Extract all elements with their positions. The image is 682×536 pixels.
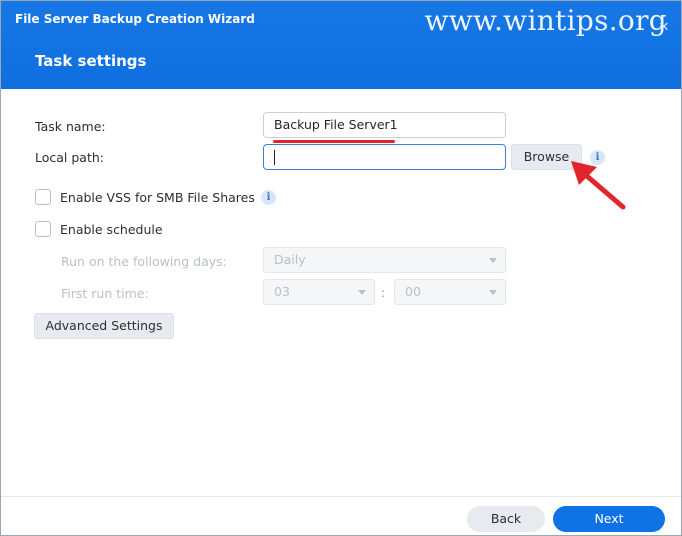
- task-name-label: Task name:: [35, 119, 106, 134]
- minute-value: 00: [405, 284, 421, 299]
- text-caret: [274, 150, 275, 165]
- chevron-down-icon: [489, 258, 497, 263]
- back-button[interactable]: Back: [467, 506, 545, 532]
- local-path-input[interactable]: [263, 144, 506, 170]
- run-days-select: Daily: [263, 247, 506, 273]
- window-title: File Server Backup Creation Wizard: [15, 12, 255, 26]
- info-icon[interactable]: i: [261, 190, 276, 205]
- wizard-window: File Server Backup Creation Wizard www.w…: [0, 0, 682, 536]
- schedule-label: Enable schedule: [60, 222, 163, 237]
- minute-select: 00: [394, 279, 506, 305]
- advanced-settings-button[interactable]: Advanced Settings: [34, 313, 174, 339]
- chevron-down-icon: [489, 290, 497, 295]
- watermark: www.wintips.org: [424, 4, 667, 37]
- vss-checkbox[interactable]: [35, 189, 51, 205]
- red-underline-annotation: [273, 140, 395, 143]
- next-button[interactable]: Next: [553, 506, 665, 532]
- step-title: Task settings: [35, 52, 147, 70]
- wizard-header: File Server Backup Creation Wizard www.w…: [1, 1, 681, 89]
- task-name-input[interactable]: Backup File Server1: [263, 112, 506, 138]
- footer-divider: [1, 496, 681, 497]
- red-arrow-icon: [571, 161, 626, 210]
- schedule-checkbox[interactable]: [35, 221, 51, 237]
- run-days-value: Daily: [274, 252, 306, 267]
- time-separator: :: [381, 285, 386, 300]
- run-days-label: Run on the following days:: [61, 254, 227, 269]
- close-icon[interactable]: ✕: [657, 21, 671, 35]
- hour-value: 03: [274, 284, 290, 299]
- chevron-down-icon: [358, 290, 366, 295]
- hour-select: 03: [263, 279, 375, 305]
- vss-label: Enable VSS for SMB File Shares: [60, 190, 255, 205]
- first-run-label: First run time:: [61, 286, 149, 301]
- local-path-label: Local path:: [35, 150, 105, 165]
